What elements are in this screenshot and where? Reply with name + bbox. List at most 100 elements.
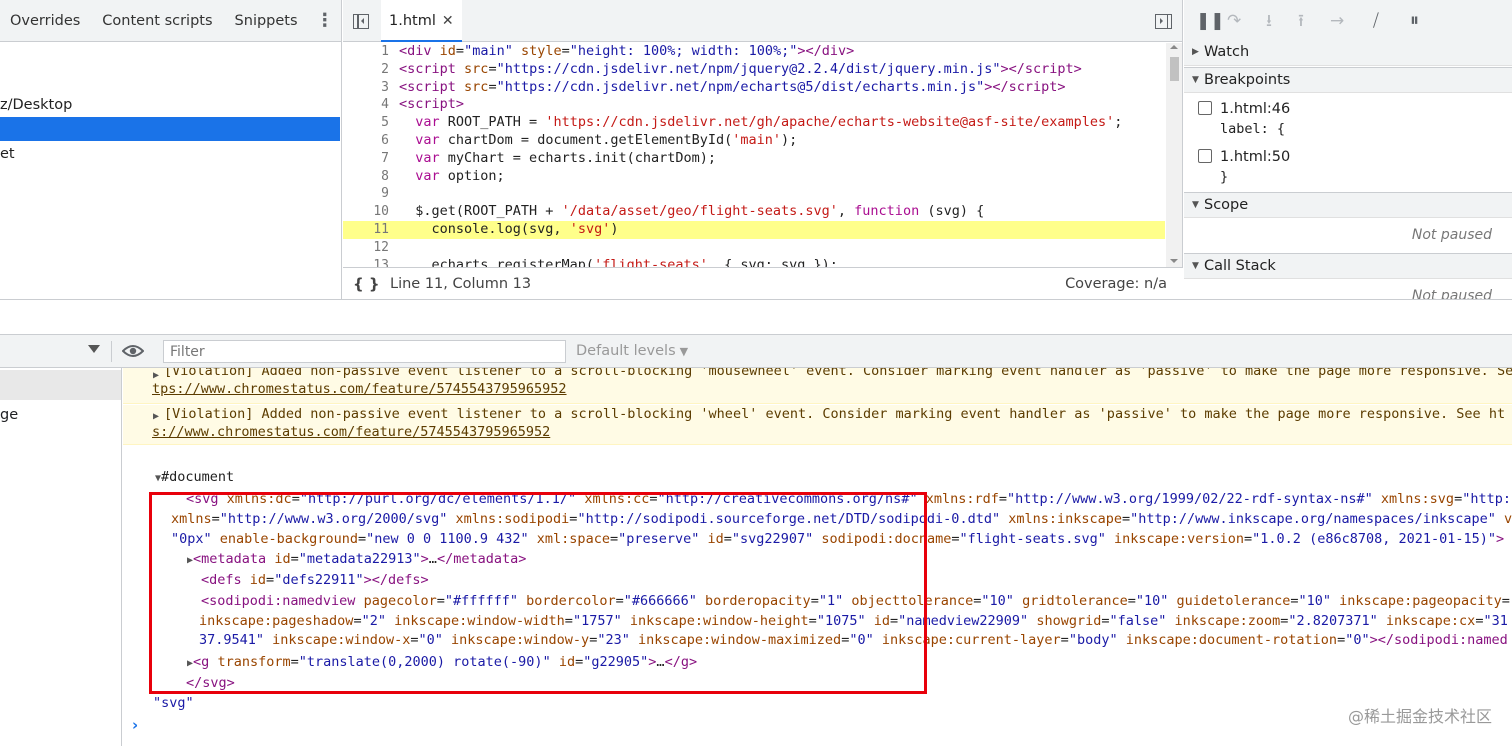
- default-levels-dropdown[interactable]: Default levels ▼: [576, 335, 688, 368]
- step-into-icon[interactable]: ⭳: [1266, 12, 1272, 30]
- tab-content-scripts[interactable]: Content scripts: [91, 0, 223, 42]
- warning-link[interactable]: s://www.chromestatus.com/feature/5745543…: [152, 423, 550, 442]
- code-line[interactable]: 12: [343, 239, 1165, 257]
- pause-on-exceptions-icon[interactable]: ⏸: [1410, 12, 1419, 30]
- expand-triangle-icon: ▼: [1192, 261, 1199, 271]
- namedview-node[interactable]: <sodipodi:namedview pagecolor="#ffffff" …: [201, 591, 1510, 611]
- step-out-icon[interactable]: ⭱: [1298, 12, 1304, 30]
- namedview-node-cont: inkscape:pageshadow="2" inkscape:window-…: [199, 613, 1508, 629]
- line-number[interactable]: 3: [343, 79, 389, 97]
- code-line[interactable]: 2 <script src="https://cdn.jsdelivr.net/n…: [343, 61, 1165, 79]
- code-line[interactable]: 4 <script>: [343, 96, 1165, 114]
- line-number[interactable]: 9: [343, 185, 389, 203]
- debugger-toolbar: ❚❚ ↷ ⭳ ⭱ → ⧸ ⏸: [1184, 0, 1512, 42]
- namedview-node-cont: 37.9541" inkscape:window-x="0" inkscape:…: [199, 632, 1508, 648]
- tree-item-et[interactable]: et: [0, 142, 340, 166]
- code-line[interactable]: 3 <script src="https://cdn.jsdelivr.net/n…: [343, 79, 1165, 97]
- tab-overrides[interactable]: Overrides: [0, 0, 91, 42]
- breakpoint-code: label: {: [1220, 121, 1286, 137]
- chevron-down-icon[interactable]: [88, 345, 100, 353]
- eye-icon[interactable]: [122, 344, 144, 358]
- code-text: var chartDom = document.getElementById('…: [415, 131, 798, 148]
- line-number[interactable]: 10: [343, 203, 389, 221]
- scroll-down-icon[interactable]: [1170, 259, 1178, 263]
- svg-open-tag-cont: xmlns="http://www.w3.org/2000/svg" xmlns…: [171, 511, 1512, 527]
- deactivate-breakpoints-icon[interactable]: ⧸: [1373, 12, 1379, 30]
- line-number[interactable]: 7: [343, 150, 389, 168]
- editor-scrollbar[interactable]: [1166, 43, 1182, 267]
- step-icon[interactable]: →: [1330, 12, 1344, 30]
- call-stack-pane-header[interactable]: ▼ Call Stack: [1184, 253, 1512, 279]
- breakpoint-checkbox[interactable]: [1198, 101, 1212, 115]
- g-text: <g transform="translate(0,2000) rotate(-…: [193, 654, 698, 670]
- code-line[interactable]: 6 var chartDom = document.getElementById…: [343, 132, 1165, 150]
- breakpoint-location: 1.html:50: [1220, 149, 1291, 165]
- navigator-tabs: Overrides Content scripts Snippets ⋮: [0, 0, 341, 42]
- filter-input[interactable]: [163, 340, 566, 363]
- pause-icon[interactable]: ❚❚: [1196, 12, 1225, 30]
- code-line[interactable]: 10 $.get(ROOT_PATH + '/data/asset/geo/fl…: [343, 203, 1165, 221]
- scope-label: Scope: [1204, 197, 1249, 213]
- step-over-icon[interactable]: ↷: [1227, 12, 1241, 30]
- breakpoints-pane-header[interactable]: ▼ Breakpoints: [1184, 67, 1512, 93]
- code-line[interactable]: 7 var myChart = echarts.init(chartDom);: [343, 150, 1165, 168]
- code-line[interactable]: 11 console.log(svg, 'svg'): [343, 220, 1165, 239]
- document-label: #document: [161, 469, 235, 485]
- code-text: <div id="main" style="height: 100%; widt…: [399, 43, 855, 59]
- code-line[interactable]: 1 <div id="main" style="height: 100%; wid…: [343, 43, 1165, 61]
- line-number[interactable]: 4: [343, 96, 389, 114]
- line-number[interactable]: 8: [343, 168, 389, 186]
- document-node[interactable]: ▼#document: [155, 467, 234, 489]
- pretty-print-button[interactable]: { }: [353, 268, 380, 300]
- scroll-thumb[interactable]: [1170, 57, 1179, 81]
- code-line[interactable]: 5 var ROOT_PATH = 'https://cdn.jsdelivr.…: [343, 114, 1165, 132]
- toggle-navigator-icon[interactable]: [353, 14, 369, 29]
- scroll-up-icon[interactable]: [1170, 45, 1178, 49]
- metadata-text: <metadata id="metadata22913">…</metadata…: [193, 551, 527, 567]
- drawer-divider[interactable]: [0, 299, 1512, 335]
- g-node[interactable]: ▶<g transform="translate(0,2000) rotate(…: [187, 652, 697, 674]
- breakpoint-checkbox[interactable]: [1198, 149, 1212, 163]
- line-number[interactable]: 11: [343, 221, 389, 239]
- tab-snippets[interactable]: Snippets: [224, 0, 309, 42]
- scope-pane-header[interactable]: ▼ Scope: [1184, 192, 1512, 218]
- file-tab[interactable]: 1.html ✕: [381, 0, 462, 42]
- close-icon[interactable]: ✕: [442, 13, 454, 29]
- defs-node[interactable]: <defs id="defs22911"></defs>: [201, 570, 429, 590]
- tree-item-desktop[interactable]: z/Desktop: [0, 93, 340, 117]
- tree-item-selected[interactable]: [0, 117, 340, 141]
- line-number[interactable]: 13: [343, 257, 389, 267]
- watch-pane-header[interactable]: ▶ Watch: [1184, 40, 1512, 66]
- console-sidebar-item[interactable]: ge: [0, 407, 18, 423]
- code-area[interactable]: 1 <div id="main" style="height: 100%; wid…: [343, 43, 1165, 267]
- code-line[interactable]: 13 echarts.registerMap('flight-seats', {…: [343, 257, 1165, 267]
- default-levels-label: Default levels: [576, 343, 676, 359]
- toggle-debugger-icon[interactable]: [1155, 14, 1172, 29]
- console-prompt[interactable]: ›: [132, 716, 138, 734]
- line-number[interactable]: 2: [343, 61, 389, 79]
- editor-status-bar: { } Line 11, Column 13 Coverage: n/a: [343, 267, 1183, 299]
- console-sidebar-selected[interactable]: [0, 370, 121, 400]
- line-number[interactable]: 12: [343, 239, 389, 257]
- file-tab-label: 1.html: [389, 13, 436, 29]
- line-number[interactable]: 5: [343, 114, 389, 132]
- more-vert-icon[interactable]: ⋮: [309, 10, 341, 31]
- cursor-position: Line 11, Column 13: [390, 276, 532, 292]
- coverage-status[interactable]: Coverage: n/a: [1065, 268, 1167, 300]
- console-toolbar: Default levels▼: [0, 335, 1512, 368]
- metadata-node[interactable]: ▶<metadata id="metadata22913">…</metadat…: [187, 549, 526, 571]
- code-line[interactable]: 9: [343, 185, 1165, 203]
- breakpoints-label: Breakpoints: [1204, 72, 1291, 88]
- code-text: console.log(svg, 'svg'): [399, 220, 619, 237]
- expand-triangle-icon: ▼: [1192, 200, 1199, 210]
- breakpoint-1[interactable]: 1.html:46: [1198, 101, 1290, 117]
- line-number[interactable]: 1: [343, 43, 389, 61]
- svg-open-tag[interactable]: <svg xmlns:dc="http://purl.org/dc/elemen…: [186, 489, 1511, 509]
- line-number[interactable]: 6: [343, 132, 389, 150]
- expand-triangle-icon: ▼: [1192, 75, 1199, 85]
- code-line[interactable]: 8 var option;: [343, 168, 1165, 186]
- breakpoint-2[interactable]: 1.html:50: [1198, 149, 1290, 165]
- warning-link[interactable]: tps://www.chromestatus.com/feature/57455…: [152, 380, 567, 399]
- code-text: var option;: [415, 167, 505, 184]
- violation-warning: ▶ [Violation] Added non-passive event lis…: [123, 368, 1512, 404]
